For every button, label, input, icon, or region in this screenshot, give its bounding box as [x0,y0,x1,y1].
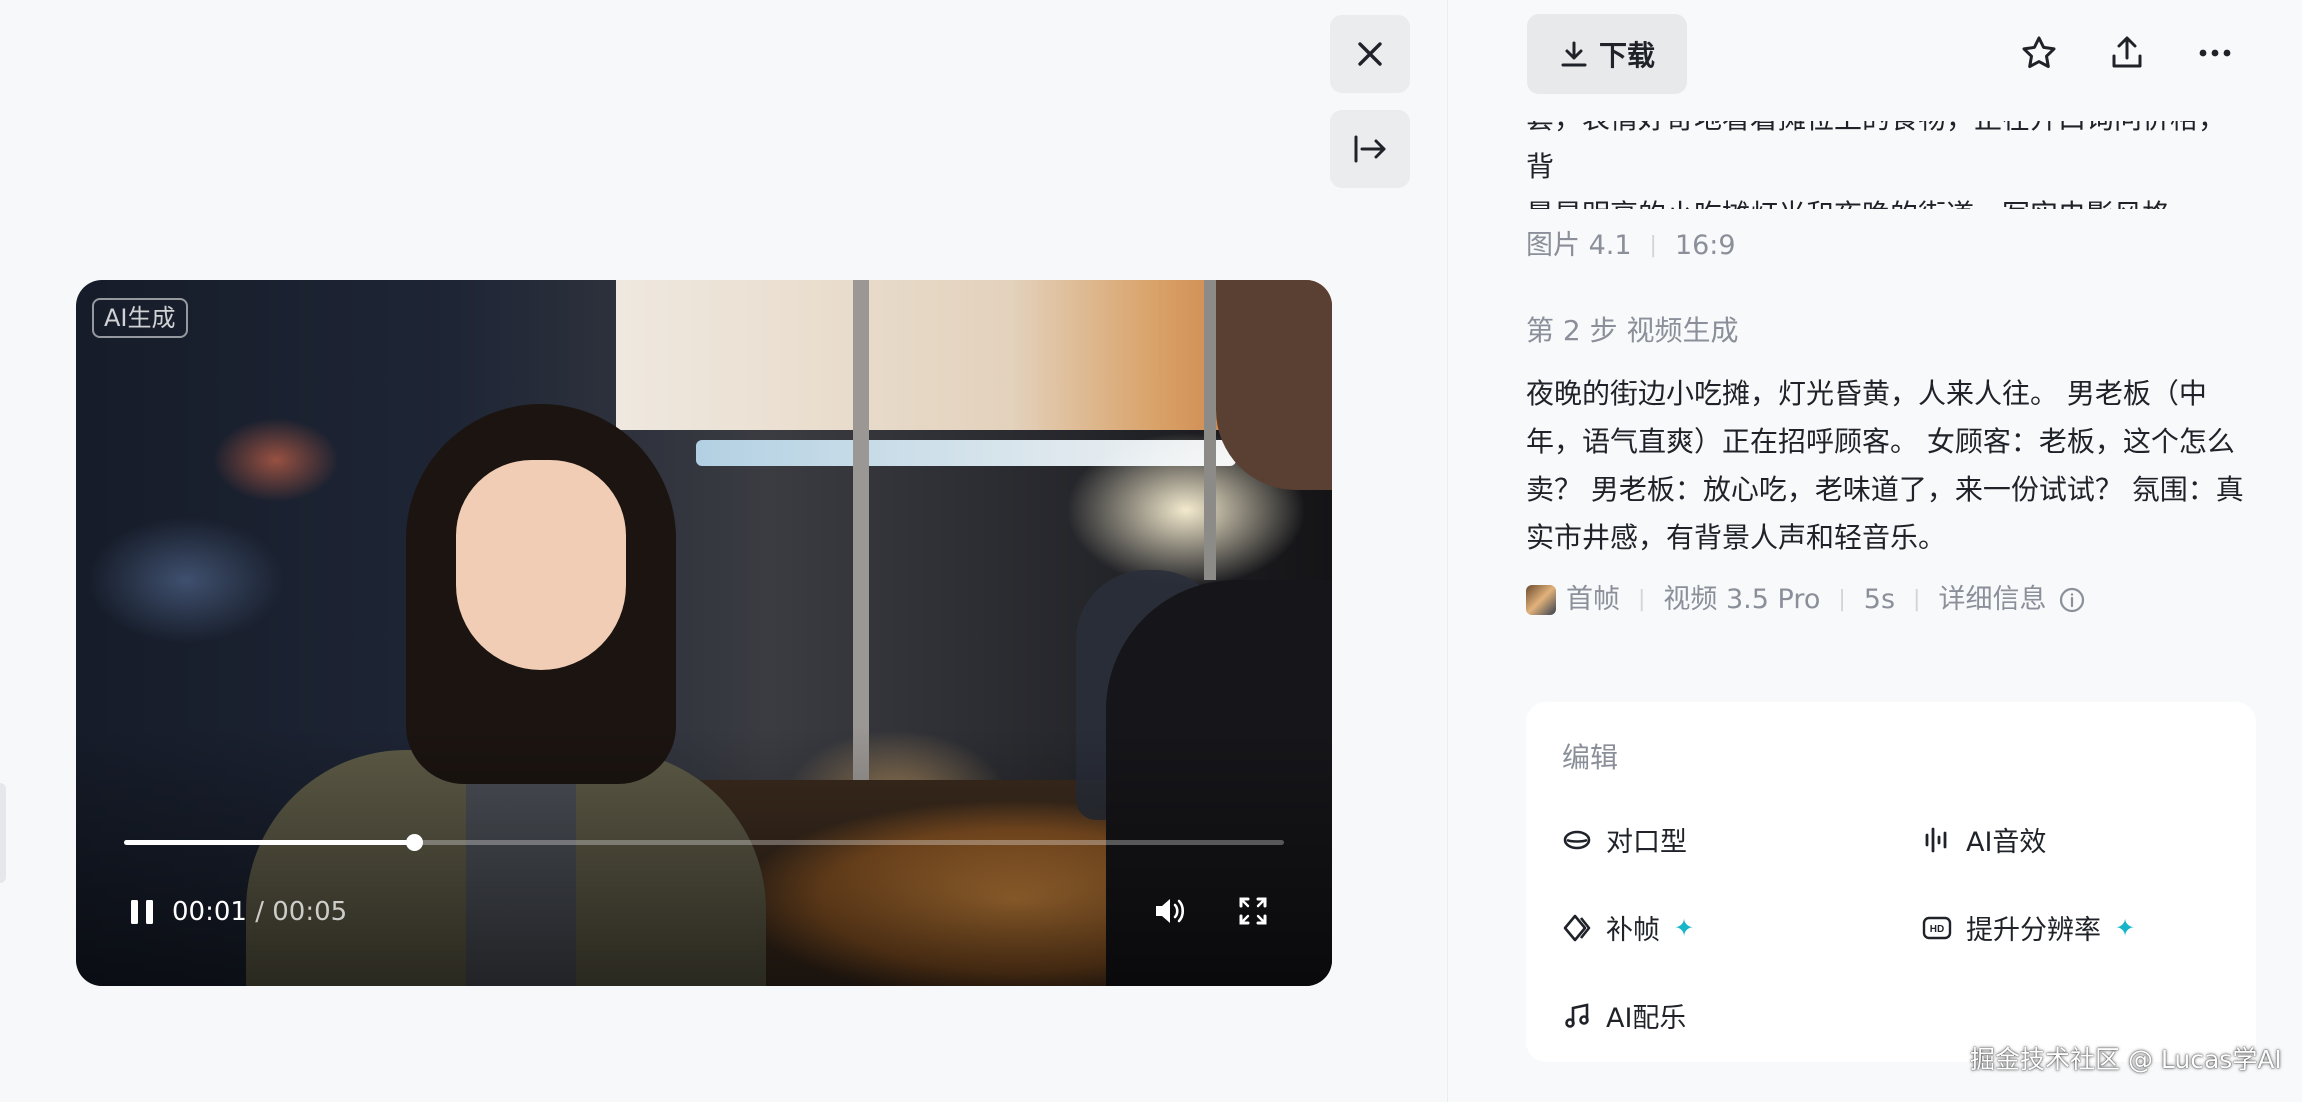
ai-music-button[interactable]: AI配乐 [1562,996,1686,1035]
meta-divider: | [1913,587,1921,612]
collapse-panel-button[interactable] [1330,110,1410,188]
ai-sfx-label: AI音效 [1966,827,2047,858]
sparkle-icon: ✦ [2115,913,2136,942]
video-frame-customer-face [456,460,626,670]
ai-generated-badge: AI生成 [92,298,188,338]
edit-title: 编辑 [1562,741,1619,774]
video-model: 视频 3.5 Pro [1663,584,1821,615]
video-controls-scrim [76,726,1332,986]
video-prompt-text: 夜晚的街边小吃摊，灯光昏黄，人来人往。 男老板（中年，语气直爽）正在招呼顾客。 … [1526,377,2244,554]
volume-button[interactable] [1144,888,1194,934]
more-info-link[interactable]: 详细信息 [1938,580,2046,620]
progress-fill [124,840,414,845]
edit-panel: 编辑 对口型 AI音效 补帧 ✦ HD 提升分辨率 ✦ AI配乐 [1526,702,2256,1062]
image-meta: 图片 4.1 | 16:9 [1526,226,2246,266]
fullscreen-button[interactable] [1228,888,1278,934]
pause-button[interactable] [116,892,168,932]
video-frame-pole [1204,280,1216,580]
close-icon [1358,42,1382,66]
favorite-button[interactable] [2014,28,2064,78]
star-icon [2022,36,2056,68]
collapse-panel-icon [1354,135,1386,163]
pause-icon [131,900,153,924]
left-edge-tab[interactable] [0,783,6,883]
lip-sync-label: 对口型 [1606,827,1687,858]
meta-divider: | [1838,587,1846,612]
watermark: 掘金技术社区 @ Lucas学AI [1970,1045,2282,1074]
svg-text:HD: HD [1930,924,1944,935]
hd-icon: HD [1922,913,1952,943]
share-button[interactable] [2102,28,2152,78]
download-label: 下载 [1598,39,1655,72]
upscale-button[interactable]: HD 提升分辨率 ✦ [1922,908,2135,947]
current-time: 00:01 [172,897,247,927]
ai-music-label: AI配乐 [1606,1003,1687,1034]
sparkle-icon: ✦ [1674,913,1695,942]
ai-sfx-button[interactable]: AI音效 [1922,820,2046,859]
more-button[interactable] [2190,28,2240,78]
fullscreen-icon [1239,897,1267,925]
first-frame-label[interactable]: 首帧 [1566,580,1620,620]
frame-interpolation-button[interactable]: 补帧 ✦ [1562,908,1694,947]
playback-time: 00:01 / 00:05 [172,895,347,929]
step-title: 第 2 步 视频生成 [1526,314,1739,347]
music-note-icon [1562,1001,1592,1031]
progress-bar[interactable] [124,834,1284,851]
lips-icon [1562,825,1592,855]
lip-sync-button[interactable]: 对口型 [1562,820,1687,859]
image-prompt-line: 套，表情好奇地看着摊位上的食物，正在开口询问价格，背 [1526,121,2226,183]
upscale-label: 提升分辨率 [1966,915,2101,946]
video-duration: 5s [1863,584,1896,615]
video-frame-light [696,440,1236,466]
meta-divider: | [1638,587,1646,612]
image-prompt-line: 景是明亮的小吃摊灯光和夜晚的街道，写实电影风格。 [1526,191,2246,209]
meta-divider: | [1649,233,1657,258]
share-icon [2112,36,2142,68]
volume-icon [1156,899,1185,923]
aspect-ratio: 16:9 [1674,230,1736,261]
image-prompt-text: 套，表情好奇地看着摊位上的食物，正在开口询问价格，背 景是明亮的小吃摊灯光和夜晚… [1526,121,2246,209]
video-frame-vendor-head [1216,280,1332,490]
diamond-icon [1562,913,1592,943]
info-icon [2060,587,2085,613]
audio-wave-icon [1922,825,1952,855]
close-button[interactable] [1330,15,1410,93]
download-button[interactable]: 下载 [1527,14,1687,94]
video-meta: 首帧 | 视频 3.5 Pro | 5s | 详细信息 [1526,580,2246,620]
more-icon [2199,49,2231,57]
total-time: 00:05 [272,897,348,927]
first-frame-thumbnail[interactable] [1526,585,1556,615]
image-model: 图片 4.1 [1526,230,1632,261]
time-separator: / [255,897,264,927]
progress-knob[interactable] [406,834,423,851]
download-icon [1561,41,1587,67]
frame-interpolation-label: 补帧 [1606,915,1660,946]
video-player[interactable]: AI生成 00:01 / 00:05 [76,280,1332,986]
